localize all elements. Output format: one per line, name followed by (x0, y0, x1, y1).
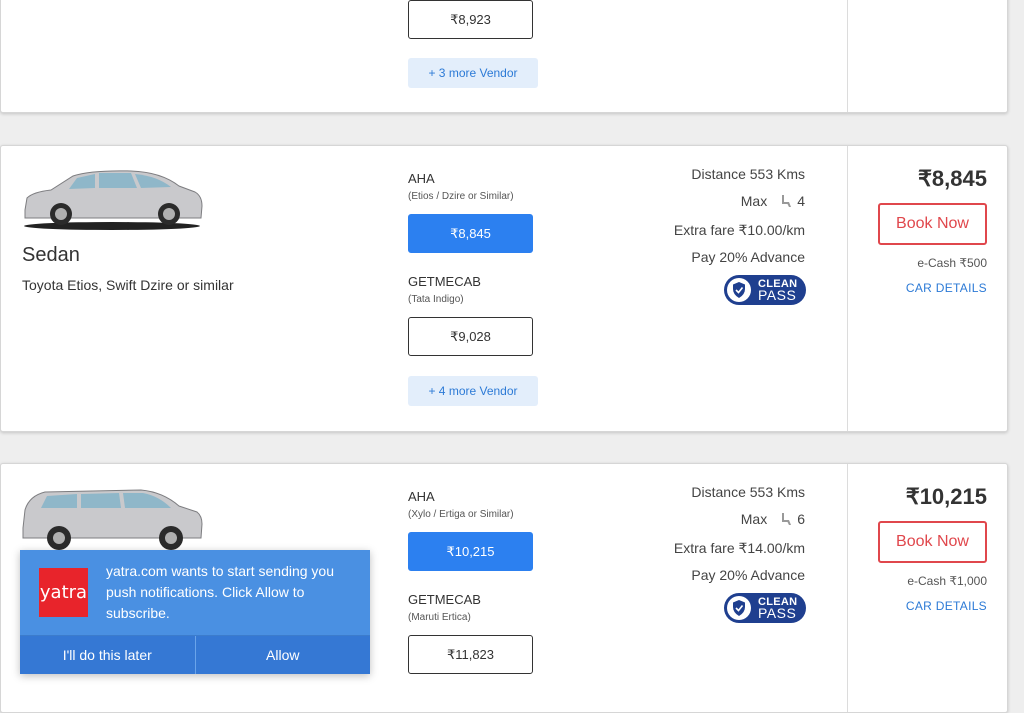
vendor-name: AHA (408, 489, 435, 504)
suv-car-image (22, 489, 203, 550)
vendor-price-button[interactable]: ₹8,923 (408, 0, 533, 39)
push-notification-prompt: yatra yatra.com wants to start sending y… (20, 550, 370, 674)
vendor-name: GETMECAB (408, 592, 481, 607)
car-models-text: Toyota Etios, Swift Dzire or similar (22, 277, 234, 293)
seat-icon (782, 513, 792, 525)
ecash-text: e-Cash ₹1,000 (907, 574, 987, 588)
total-price: ₹8,845 (917, 166, 987, 191)
book-now-button[interactable]: Book Now (878, 521, 987, 563)
vendor-price-button-selected[interactable]: ₹8,845 (408, 214, 533, 253)
push-actions: I'll do this later Allow (20, 635, 370, 674)
seat-count: 4 (797, 193, 805, 209)
shield-check-icon (727, 596, 751, 620)
car-details-link[interactable]: CAR DETAILS (906, 281, 987, 295)
card-divider (847, 464, 848, 712)
book-now-button[interactable]: Book Now (878, 203, 987, 245)
clean-pass-line2: PASS (758, 287, 797, 303)
clean-pass-line2: PASS (758, 605, 797, 621)
car-details-link[interactable]: CAR DETAILS (906, 599, 987, 613)
vendor-price-button[interactable]: ₹9,028 (408, 317, 533, 356)
clean-pass-badge: CLEAN PASS (724, 593, 806, 623)
yatra-logo: yatra (39, 568, 88, 617)
max-label: Max (740, 193, 768, 209)
vendor-car-model: (Maruti Ertica) (408, 612, 471, 623)
max-seats: Max 4 (741, 193, 805, 209)
card-divider (847, 0, 848, 112)
distance-text: Distance 553 Kms (691, 166, 805, 182)
car-type-title: Sedan (22, 244, 80, 266)
shield-check-icon (727, 278, 751, 302)
extra-fare-text: Extra fare ₹14.00/km (673, 540, 805, 556)
vendor-car-model: (Etios / Dzire or Similar) (408, 191, 514, 202)
allow-button[interactable]: Allow (194, 636, 370, 674)
later-button[interactable]: I'll do this later (20, 636, 195, 674)
sedan-car-image (24, 170, 203, 230)
vendor-car-model: (Xylo / Ertiga or Similar) (408, 509, 514, 520)
distance-text: Distance 553 Kms (691, 484, 805, 500)
more-vendor-button[interactable]: + 4 more Vendor (408, 376, 538, 406)
vendor-price-button-selected[interactable]: ₹10,215 (408, 532, 533, 571)
ecash-text: e-Cash ₹500 (917, 256, 987, 270)
cab-card-partial: ₹8,923 + 3 more Vendor (0, 0, 1008, 113)
vendor-car-model: (Tata Indigo) (408, 294, 464, 305)
card-divider (847, 146, 848, 431)
vendor-name: AHA (408, 171, 435, 186)
vendor-price-button[interactable]: ₹11,823 (408, 635, 533, 674)
max-seats: Max 6 (741, 511, 805, 527)
vendor-name: GETMECAB (408, 274, 481, 289)
cab-card-sedan: Sedan Toyota Etios, Swift Dzire or simil… (0, 145, 1008, 432)
push-message: yatra.com wants to start sending you pus… (106, 563, 334, 621)
seat-icon (782, 195, 792, 207)
clean-pass-badge: CLEAN PASS (724, 275, 806, 305)
more-vendor-button[interactable]: + 3 more Vendor (408, 58, 538, 88)
total-price: ₹10,215 (905, 484, 987, 509)
advance-text: Pay 20% Advance (691, 567, 805, 583)
seat-count: 6 (797, 511, 805, 527)
extra-fare-text: Extra fare ₹10.00/km (673, 222, 805, 238)
max-label: Max (740, 511, 768, 527)
advance-text: Pay 20% Advance (691, 249, 805, 265)
